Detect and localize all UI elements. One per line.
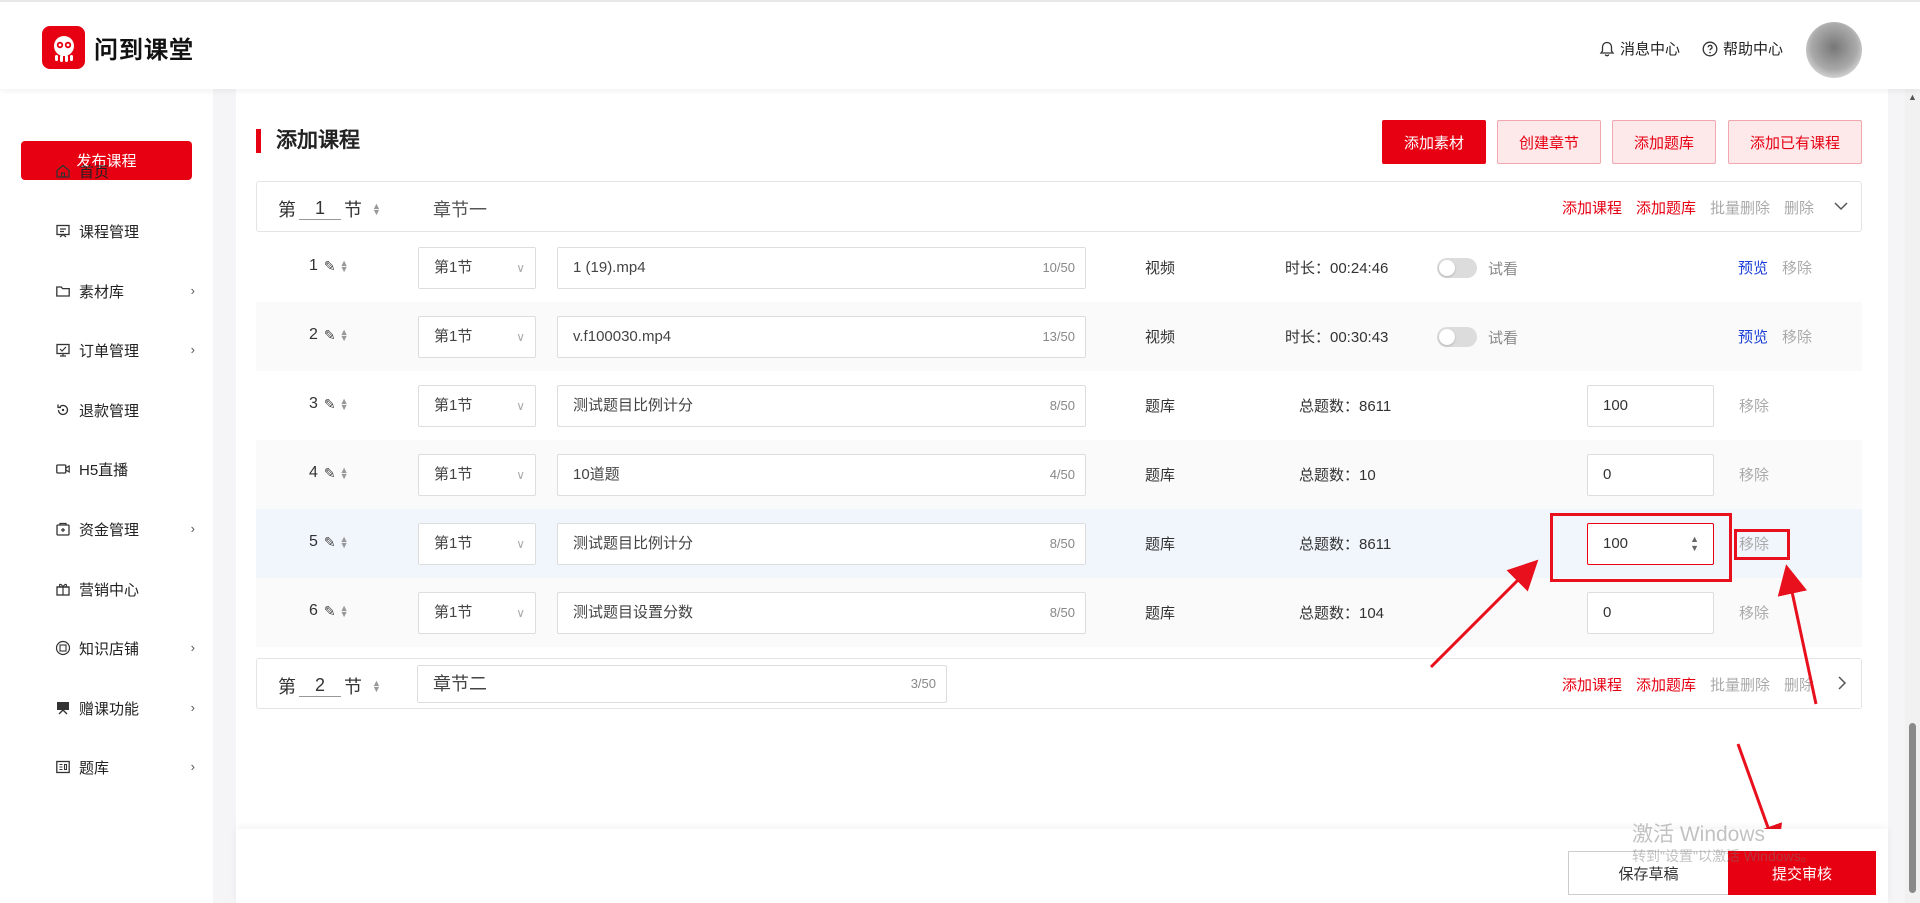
sidebar-item-label: 资金管理	[79, 521, 140, 539]
annotation-arrows	[1429, 559, 1818, 856]
chevron-right-icon: ›	[190, 640, 195, 655]
messages-label: 消息中心	[1620, 41, 1681, 58]
gift-course-icon	[55, 700, 71, 716]
bell-icon	[1599, 41, 1615, 56]
scroll-up-arrow-icon[interactable]: ▲	[1908, 92, 1917, 102]
sidebar-item-label: 素材库	[79, 283, 125, 301]
chevron-right-icon: ›	[190, 759, 195, 774]
sidebar-item-label: H5直播	[79, 461, 129, 479]
chevron-right-icon: ›	[190, 700, 195, 715]
gift-icon	[55, 581, 71, 597]
arrow-to-score	[1429, 559, 1539, 669]
refund-icon	[55, 402, 71, 418]
chevron-right-icon: ›	[190, 342, 195, 357]
sidebar-item-7[interactable]: 营销中心	[55, 577, 195, 601]
sidebar-item-9[interactable]: 赠课功能 ›	[55, 696, 195, 720]
sidebar-item-label: 课程管理	[79, 223, 140, 241]
sidebar-item-8[interactable]: 知识店铺 ›	[55, 636, 195, 660]
wallet-icon	[55, 521, 71, 537]
help-link[interactable]: 帮助中心	[1702, 38, 1783, 59]
page-scrollbar[interactable]: ▲	[1905, 89, 1920, 903]
sidebar-item-label: 订单管理	[79, 342, 140, 360]
sidebar-item-3[interactable]: 订单管理 ›	[55, 338, 195, 362]
main-panel: 添加课程 添加素材 创建章节 添加题库 添加已有课程 第 1 节 ▲ ▼ 章节一 …	[236, 89, 1888, 903]
question-bank-icon	[55, 759, 71, 775]
user-avatar[interactable]	[1806, 22, 1862, 78]
shop-icon	[55, 640, 71, 656]
sidebar-item-label: 首页	[79, 163, 110, 181]
scrollbar-thumb[interactable]	[1909, 723, 1916, 893]
sidebar-item-5[interactable]: H5直播	[55, 457, 195, 481]
chevron-right-icon: ›	[190, 283, 195, 298]
sidebar-item-0[interactable]: 首页	[55, 159, 195, 183]
messages-link[interactable]: 消息中心	[1599, 38, 1680, 59]
logo-mascot-icon	[42, 26, 85, 69]
course-icon	[55, 223, 71, 239]
app-name: 问到课堂	[94, 37, 194, 64]
sidebar-item-label: 题库	[79, 759, 110, 777]
sidebar-item-label: 营销中心	[79, 581, 140, 599]
sidebar-item-label: 知识店铺	[79, 640, 140, 658]
windows-watermark-subtitle: 转到"设置"以激活 Windows。	[1632, 848, 1815, 864]
home-icon	[55, 163, 71, 179]
sidebar-item-4[interactable]: 退款管理	[55, 398, 195, 422]
sidebar-item-label: 赠课功能	[79, 700, 140, 718]
order-icon	[55, 342, 71, 358]
sidebar-item-1[interactable]: 课程管理	[55, 219, 195, 243]
help-icon	[1702, 41, 1718, 56]
sidebar: 发布课程 首页 课程管理 素材库 › 订单管理 › 退款管理 H5直播 资金管理 › 营销中心 知识店…	[0, 89, 213, 903]
live-icon	[55, 461, 71, 477]
folder-icon	[55, 283, 71, 299]
sidebar-item-2[interactable]: 素材库 ›	[55, 279, 195, 303]
help-label: 帮助中心	[1723, 41, 1784, 58]
sidebar-item-label: 退款管理	[79, 402, 140, 420]
sidebar-item-6[interactable]: 资金管理 ›	[55, 517, 195, 541]
windows-watermark-title: 激活 Windows	[1632, 823, 1766, 846]
arrow-to-remove	[1777, 564, 1818, 705]
app-logo[interactable]: 问到课堂	[42, 26, 194, 69]
top-header: 问到课堂 消息中心 帮助中心	[0, 0, 1920, 89]
sidebar-item-10[interactable]: 题库 ›	[55, 755, 195, 779]
chevron-right-icon: ›	[190, 521, 195, 536]
